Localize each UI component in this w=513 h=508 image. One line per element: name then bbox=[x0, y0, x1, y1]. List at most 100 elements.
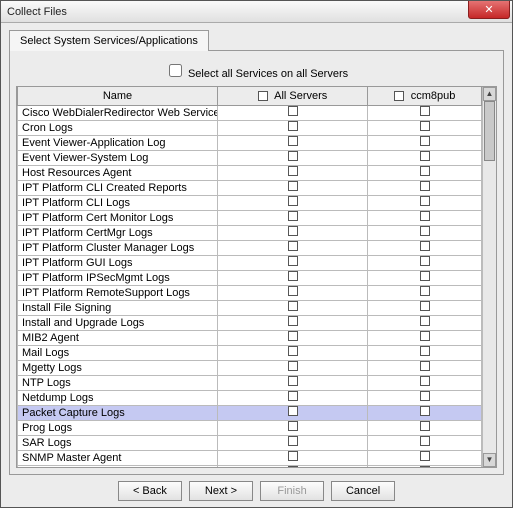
server-checkbox[interactable] bbox=[420, 211, 430, 221]
all-servers-header-checkbox[interactable] bbox=[258, 91, 268, 101]
table-row[interactable]: Event Viewer-System Log bbox=[18, 150, 482, 165]
all-servers-checkbox[interactable] bbox=[288, 286, 298, 296]
all-servers-checkbox[interactable] bbox=[288, 271, 298, 281]
titlebar: Collect Files ✕ bbox=[1, 1, 512, 23]
all-servers-checkbox[interactable] bbox=[288, 226, 298, 236]
all-servers-checkbox[interactable] bbox=[288, 316, 298, 326]
server-checkbox[interactable] bbox=[420, 271, 430, 281]
all-servers-checkbox[interactable] bbox=[288, 301, 298, 311]
table-row[interactable]: MIB2 Agent bbox=[18, 330, 482, 345]
server-checkbox[interactable] bbox=[420, 331, 430, 341]
all-servers-checkbox[interactable] bbox=[288, 136, 298, 146]
table-row[interactable]: IPT Platform GUI Logs bbox=[18, 255, 482, 270]
server-checkbox[interactable] bbox=[420, 361, 430, 371]
close-button[interactable]: ✕ bbox=[468, 1, 510, 19]
table-row[interactable]: IPT Platform Cert Monitor Logs bbox=[18, 210, 482, 225]
all-servers-checkbox[interactable] bbox=[288, 466, 298, 468]
server-checkbox[interactable] bbox=[420, 181, 430, 191]
table-row[interactable]: Netdump Logs bbox=[18, 390, 482, 405]
tab-select-services[interactable]: Select System Services/Applications bbox=[9, 30, 209, 51]
table-row[interactable]: Mgetty Logs bbox=[18, 360, 482, 375]
server-checkbox[interactable] bbox=[420, 406, 430, 416]
table-row[interactable]: SNMP Master Agent bbox=[18, 450, 482, 465]
all-servers-checkbox[interactable] bbox=[288, 451, 298, 461]
service-name-cell: IPT Platform IPSecMgmt Logs bbox=[18, 270, 218, 285]
server-checkbox[interactable] bbox=[420, 421, 430, 431]
cancel-button[interactable]: Cancel bbox=[331, 481, 395, 501]
server-checkbox[interactable] bbox=[420, 316, 430, 326]
next-button[interactable]: Next > bbox=[189, 481, 253, 501]
column-header-name[interactable]: Name bbox=[18, 87, 218, 105]
all-servers-checkbox[interactable] bbox=[288, 376, 298, 386]
server-checkbox[interactable] bbox=[420, 121, 430, 131]
server-checkbox[interactable] bbox=[420, 241, 430, 251]
all-servers-checkbox[interactable] bbox=[288, 331, 298, 341]
server-checkbox[interactable] bbox=[420, 286, 430, 296]
all-servers-checkbox[interactable] bbox=[288, 391, 298, 401]
select-all-label[interactable]: Select all Services on all Servers bbox=[165, 68, 348, 80]
server-checkbox[interactable] bbox=[420, 346, 430, 356]
all-servers-checkbox[interactable] bbox=[288, 196, 298, 206]
server-checkbox[interactable] bbox=[420, 376, 430, 386]
server-cell bbox=[368, 135, 482, 150]
all-servers-checkbox[interactable] bbox=[288, 211, 298, 221]
all-servers-cell bbox=[218, 435, 368, 450]
server-checkbox[interactable] bbox=[420, 151, 430, 161]
table-row[interactable]: Security Logs bbox=[18, 465, 482, 467]
all-servers-checkbox[interactable] bbox=[288, 406, 298, 416]
column-header-all-servers[interactable]: All Servers bbox=[218, 87, 368, 105]
table-row[interactable]: IPT Platform CLI Logs bbox=[18, 195, 482, 210]
select-all-text: Select all Services on all Servers bbox=[188, 68, 348, 80]
table-row[interactable]: Prog Logs bbox=[18, 420, 482, 435]
all-servers-checkbox[interactable] bbox=[288, 436, 298, 446]
table-row[interactable]: Host Resources Agent bbox=[18, 165, 482, 180]
all-servers-checkbox[interactable] bbox=[288, 166, 298, 176]
table-row[interactable]: NTP Logs bbox=[18, 375, 482, 390]
all-servers-checkbox[interactable] bbox=[288, 106, 298, 116]
server-checkbox[interactable] bbox=[420, 106, 430, 116]
server-checkbox[interactable] bbox=[420, 391, 430, 401]
table-row[interactable]: IPT Platform CertMgr Logs bbox=[18, 225, 482, 240]
all-servers-checkbox[interactable] bbox=[288, 361, 298, 371]
service-name-cell: Cisco WebDialerRedirector Web Service bbox=[18, 105, 218, 120]
server-checkbox[interactable] bbox=[420, 451, 430, 461]
back-button[interactable]: < Back bbox=[118, 481, 182, 501]
all-servers-checkbox[interactable] bbox=[288, 421, 298, 431]
table-row[interactable]: IPT Platform Cluster Manager Logs bbox=[18, 240, 482, 255]
all-servers-checkbox[interactable] bbox=[288, 241, 298, 251]
column-header-server1[interactable]: ccm8pub bbox=[368, 87, 482, 105]
scroll-down-arrow[interactable]: ▼ bbox=[483, 453, 496, 467]
all-servers-checkbox[interactable] bbox=[288, 121, 298, 131]
table-row[interactable]: SAR Logs bbox=[18, 435, 482, 450]
scroll-up-arrow[interactable]: ▲ bbox=[483, 87, 496, 101]
server-checkbox[interactable] bbox=[420, 256, 430, 266]
server1-header-checkbox[interactable] bbox=[394, 91, 404, 101]
scroll-thumb[interactable] bbox=[484, 101, 495, 161]
server-checkbox[interactable] bbox=[420, 226, 430, 236]
table-row[interactable]: Install File Signing bbox=[18, 300, 482, 315]
server-checkbox[interactable] bbox=[420, 301, 430, 311]
table-row[interactable]: IPT Platform RemoteSupport Logs bbox=[18, 285, 482, 300]
table-row[interactable]: Mail Logs bbox=[18, 345, 482, 360]
server-checkbox[interactable] bbox=[420, 196, 430, 206]
service-name-cell: MIB2 Agent bbox=[18, 330, 218, 345]
table-row[interactable]: Cisco WebDialerRedirector Web Service bbox=[18, 105, 482, 120]
server-checkbox[interactable] bbox=[420, 166, 430, 176]
all-servers-checkbox[interactable] bbox=[288, 151, 298, 161]
table-row[interactable]: IPT Platform CLI Created Reports bbox=[18, 180, 482, 195]
server-checkbox[interactable] bbox=[420, 136, 430, 146]
table-row[interactable]: Install and Upgrade Logs bbox=[18, 315, 482, 330]
server-cell bbox=[368, 225, 482, 240]
server-checkbox[interactable] bbox=[420, 436, 430, 446]
server-checkbox[interactable] bbox=[420, 466, 430, 468]
table-row[interactable]: Packet Capture Logs bbox=[18, 405, 482, 420]
all-servers-checkbox[interactable] bbox=[288, 256, 298, 266]
service-name-cell: Security Logs bbox=[18, 465, 218, 467]
vertical-scrollbar[interactable]: ▲ ▼ bbox=[482, 87, 496, 467]
select-all-checkbox[interactable] bbox=[169, 64, 182, 77]
table-row[interactable]: Event Viewer-Application Log bbox=[18, 135, 482, 150]
all-servers-checkbox[interactable] bbox=[288, 181, 298, 191]
table-row[interactable]: IPT Platform IPSecMgmt Logs bbox=[18, 270, 482, 285]
all-servers-checkbox[interactable] bbox=[288, 346, 298, 356]
table-row[interactable]: Cron Logs bbox=[18, 120, 482, 135]
